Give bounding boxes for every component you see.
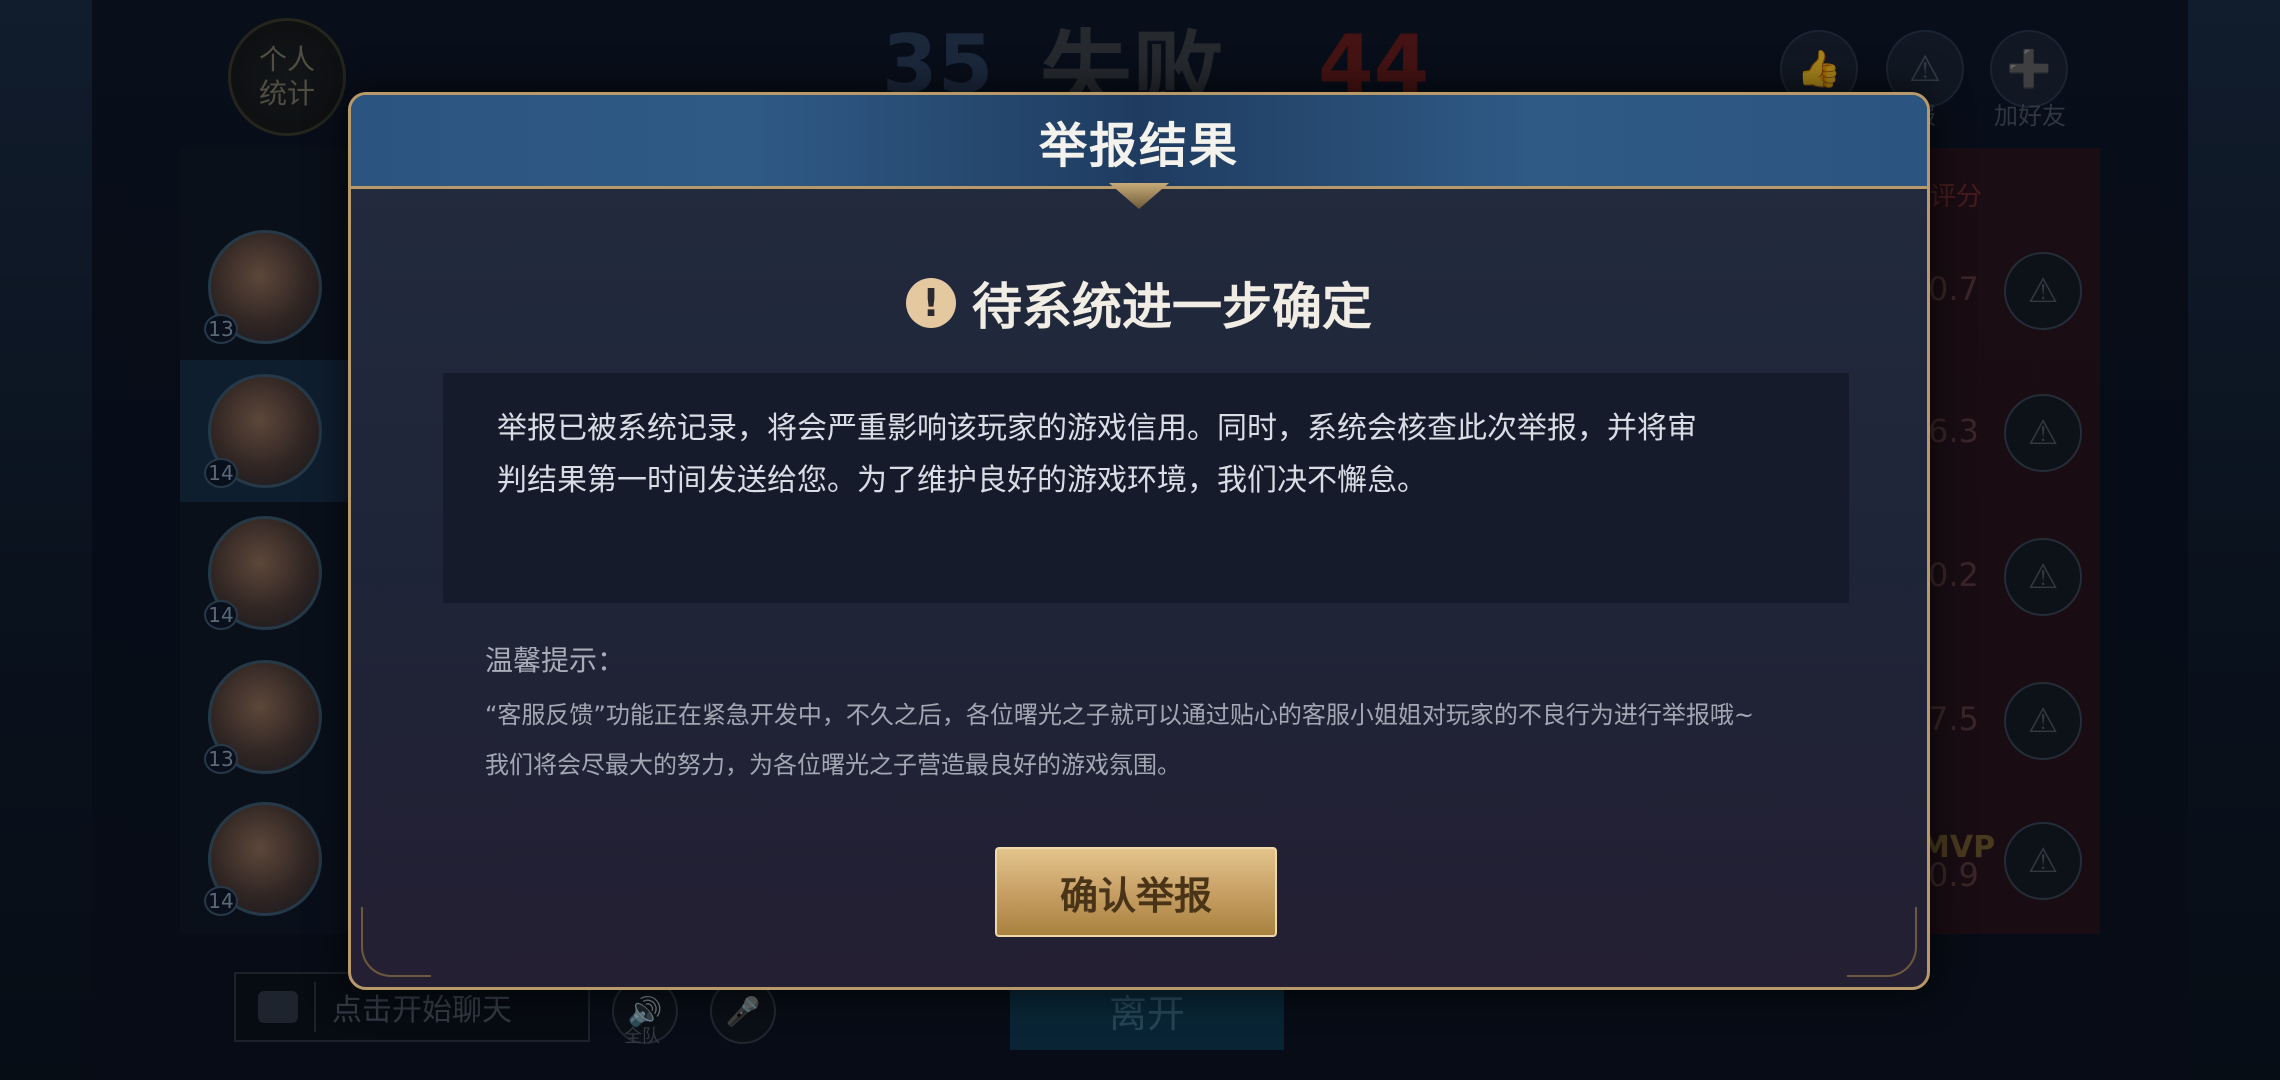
dialog-header: 举报结果 xyxy=(351,95,1927,189)
tip-line: 我们将会尽最大的努力，为各位曙光之子营造最良好的游戏氛围。 xyxy=(485,751,1181,779)
status-line: ! 待系统进一步确定 xyxy=(351,267,1927,339)
info-box: 举报已被系统记录，将会严重影响该玩家的游戏信用。同时，系统会核查此次举报，并将审… xyxy=(443,373,1849,603)
corner-ornament xyxy=(1847,907,1917,977)
status-text: 待系统进一步确定 xyxy=(972,278,1372,336)
report-result-dialog: 举报结果 ! 待系统进一步确定 举报已被系统记录，将会严重影响该玩家的游戏信用。… xyxy=(348,92,1930,990)
info-line: 判结果第一时间发送给您。为了维护良好的游戏环境，我们决不懈怠。 xyxy=(497,463,1427,498)
tip-title: 温馨提示： xyxy=(485,644,626,677)
tip-line: “客服反馈”功能正在紧急开发中，不久之后，各位曙光之子就可以通过贴心的客服小姐姐… xyxy=(485,701,1754,729)
exclamation-icon: ! xyxy=(906,278,956,328)
info-line: 举报已被系统记录，将会严重影响该玩家的游戏信用。同时，系统会核查此次举报，并将审 xyxy=(497,411,1697,446)
header-ornament xyxy=(1109,183,1169,209)
corner-ornament xyxy=(361,907,431,977)
dialog-title: 举报结果 xyxy=(1038,117,1239,174)
confirm-report-button[interactable]: 确认举报 xyxy=(995,847,1277,937)
